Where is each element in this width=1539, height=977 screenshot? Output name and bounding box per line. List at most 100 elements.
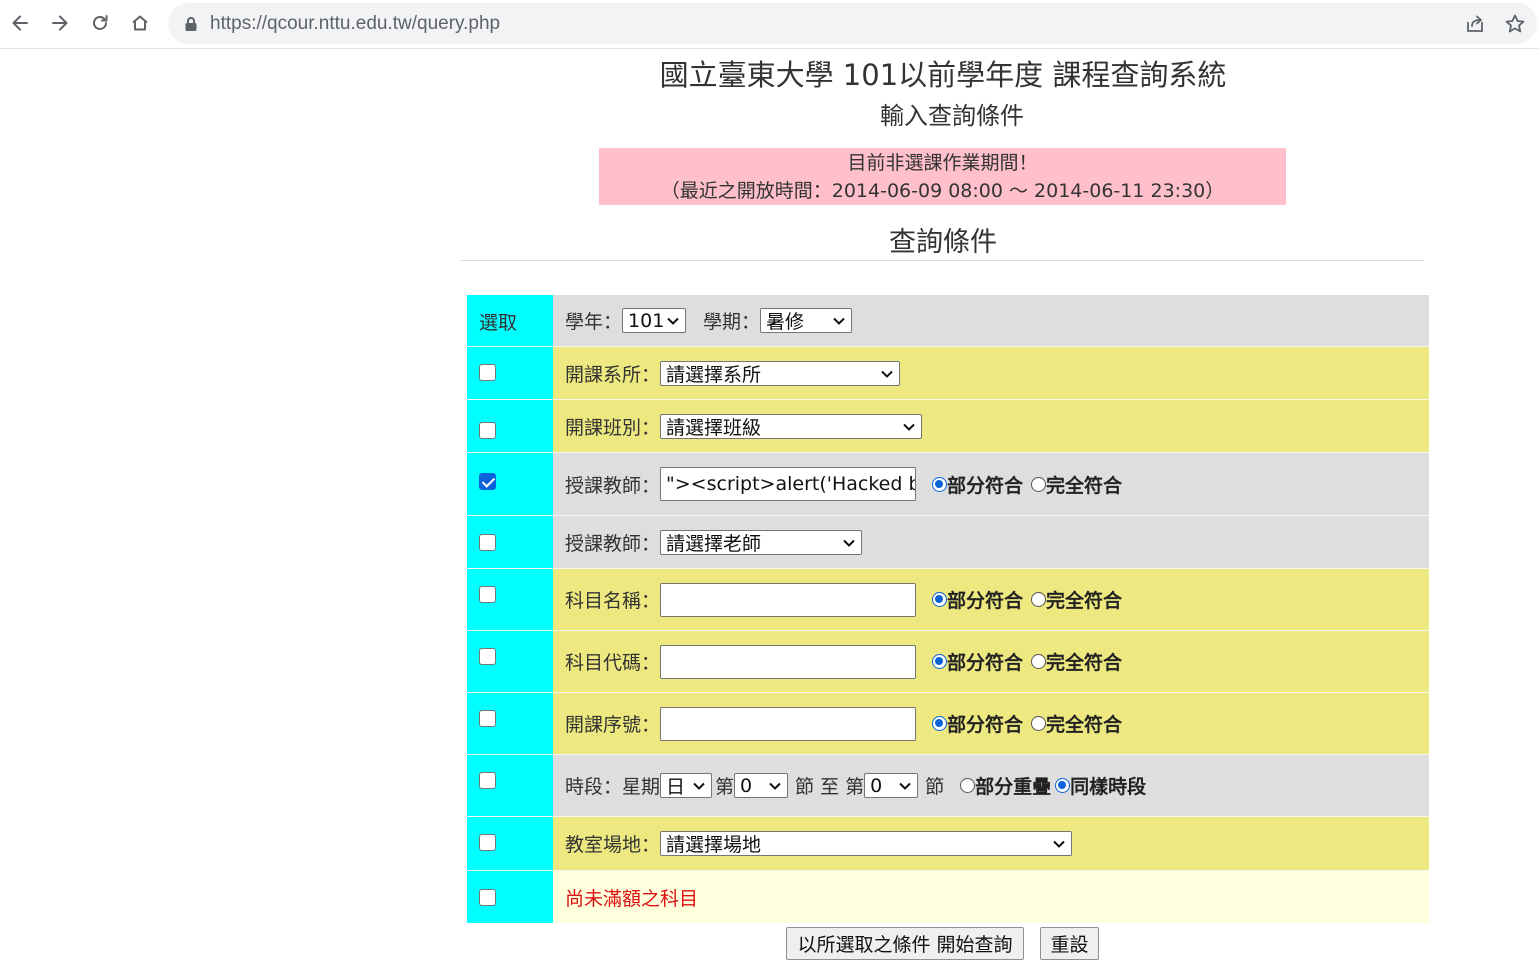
course-code-checkbox[interactable] [479,648,496,665]
home-icon[interactable] [126,9,154,37]
from-period-suffix: 節 至 第 [795,776,865,798]
class-select-value: 請選擇班級 [666,416,762,439]
department-row: 開課系所： 請選擇系所 [467,347,1429,400]
chevron-down-icon [903,423,915,431]
course-name-checkbox[interactable] [479,586,496,603]
divider [461,260,1424,261]
course-name-partial-label: 部分符合 [947,590,1024,612]
weekday-select-value: 日 [666,776,686,798]
to-period-value: 0 [870,774,883,797]
course-name-exact-label: 完全符合 [1046,590,1123,612]
teacher-text-input[interactable]: "><script>alert('Hacked by a [660,467,917,501]
chevron-down-icon [769,782,781,790]
teacher-select-value: 請選擇老師 [666,532,762,555]
teacher-select-row: 授課教師： 請選擇老師 [467,516,1429,569]
serial-partial-radio[interactable] [932,716,948,731]
teacher-partial-radio[interactable] [932,476,948,492]
room-select-value: 請選擇場地 [666,834,762,856]
department-select-value: 請選擇系所 [666,363,762,386]
year-label: 學年： [565,311,623,333]
back-icon[interactable] [6,9,34,37]
from-period-value: 0 [740,774,753,797]
course-name-partial-radio[interactable] [932,592,948,607]
year-term-row: 選取 學年： 101 學期： 暑修 [467,295,1429,347]
department-checkbox[interactable] [479,364,496,381]
bookmark-star-icon[interactable] [1504,13,1526,35]
choose-header: 選取 [479,312,518,334]
to-period-suffix: 節 [925,776,945,798]
teacher-text-checkbox[interactable] [479,473,496,490]
same-period-label: 同樣時段 [1070,776,1147,798]
weekday-select[interactable]: 日 [660,773,713,798]
to-period-select[interactable]: 0 [864,773,919,798]
term-select[interactable]: 暑修 [760,308,853,333]
department-label: 開課系所： [565,363,661,386]
forward-icon[interactable] [46,9,74,37]
time-label: 時段：星期 [565,776,661,798]
partial-overlap-label: 部分重疊 [975,776,1052,798]
serial-exact-radio[interactable] [1031,716,1047,731]
course-code-row: 科目代碼： 部分符合 完全符合 [467,631,1429,693]
class-select[interactable]: 請選擇班級 [660,413,923,439]
course-name-input[interactable] [660,582,917,617]
year-select[interactable]: 101 [622,308,687,333]
room-select[interactable]: 請選擇場地 [660,831,1073,856]
page-title: 國立臺東大學 101以前學年度 課程查詢系統 [659,58,1227,92]
teacher-exact-label: 完全符合 [1046,474,1123,497]
query-button[interactable]: 以所選取之條件 開始查詢 [786,927,1024,960]
serial-exact-label: 完全符合 [1046,714,1123,736]
partial-overlap-radio[interactable] [960,778,976,793]
chevron-down-icon [1053,840,1065,848]
not-full-checkbox[interactable] [479,889,496,906]
serial-input[interactable] [660,706,917,741]
notice-line-2: （最近之開放時間：2014-06-09 08:00 ～ 2014-06-11 2… [660,180,1225,202]
class-label: 開課班別： [565,416,661,439]
from-period-select[interactable]: 0 [734,773,789,798]
teacher-text-row: 授課教師： "><script>alert('Hacked by a 部分符合 … [467,453,1429,516]
share-icon[interactable] [1464,13,1486,35]
course-code-label: 科目代碼： [565,652,661,674]
address-bar[interactable]: https://qcour.nttu.edu.tw/query.php [168,3,1537,44]
selection-period-notice: 目前非選課作業期間！ （最近之開放時間：2014-06-09 08:00 ～ 2… [599,148,1286,205]
course-code-exact-label: 完全符合 [1046,652,1123,674]
chevron-down-icon [843,539,855,547]
reset-button[interactable]: 重設 [1040,927,1099,960]
time-period-row: 時段：星期 日 第 0 節 至 第 0 節 部分重疊 同樣時段 [467,755,1429,817]
same-period-radio[interactable] [1055,778,1071,793]
page-subtitle: 輸入查詢條件 [880,102,1024,130]
room-row: 教室場地： 請選擇場地 [467,817,1429,871]
course-code-input[interactable] [660,644,917,679]
reload-icon[interactable] [86,9,114,37]
teacher-partial-label: 部分符合 [947,474,1024,497]
not-full-label: 尚未滿額之科目 [565,887,699,910]
class-checkbox[interactable] [479,422,496,439]
course-code-exact-radio[interactable] [1031,654,1047,669]
term-select-value: 暑修 [766,311,805,333]
section-title: 查詢條件 [889,227,997,258]
department-select[interactable]: 請選擇系所 [660,360,901,386]
chevron-down-icon [881,370,893,378]
teacher-text-label: 授課教師： [565,474,661,497]
from-period-prefix: 第 [715,776,735,798]
room-checkbox[interactable] [479,834,496,851]
chevron-down-icon [667,317,679,325]
term-label: 學期： [703,311,761,333]
teacher-select[interactable]: 請選擇老師 [660,529,863,555]
chevron-down-icon [833,317,845,325]
course-name-exact-radio[interactable] [1031,592,1047,607]
room-label: 教室場地： [565,834,661,856]
teacher-select-checkbox[interactable] [479,534,496,551]
browser-toolbar: https://qcour.nttu.edu.tw/query.php [0,0,1539,49]
serial-checkbox[interactable] [479,710,496,727]
url-text[interactable]: https://qcour.nttu.edu.tw/query.php [210,13,500,35]
chevron-down-icon [899,782,911,790]
course-code-partial-label: 部分符合 [947,652,1024,674]
course-code-partial-radio[interactable] [932,654,948,669]
notice-line-1: 目前非選課作業期間！ [847,152,1038,174]
time-period-checkbox[interactable] [479,772,496,789]
serial-partial-label: 部分符合 [947,714,1024,736]
teacher-exact-radio[interactable] [1031,476,1047,492]
year-select-value: 101 [628,309,665,332]
chevron-down-icon [693,782,705,790]
course-name-row: 科目名稱： 部分符合 完全符合 [467,569,1429,631]
